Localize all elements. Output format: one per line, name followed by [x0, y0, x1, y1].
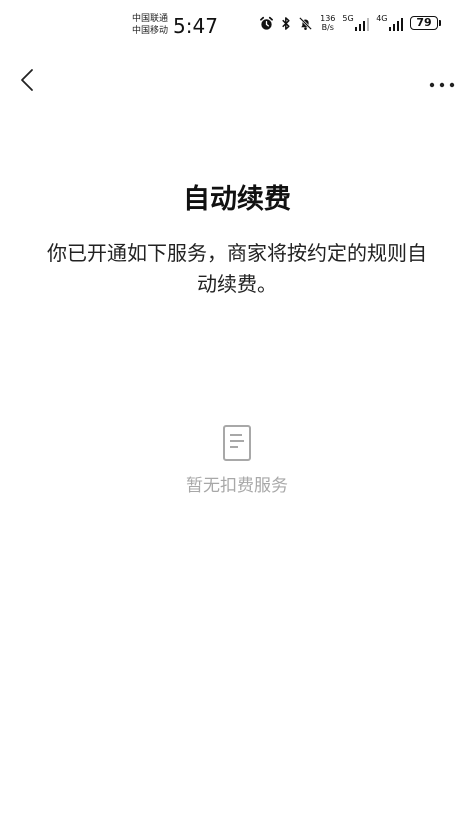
network-speed-value: 136 [320, 14, 336, 23]
mute-bell-icon [298, 16, 313, 31]
sim2-signal: 4G [376, 15, 403, 31]
more-options-button[interactable] [426, 68, 458, 96]
sim2-network-type: 4G [376, 14, 388, 23]
document-icon [222, 424, 252, 462]
alarm-icon [259, 16, 274, 31]
status-bar: 中国联通 中国移动 5:47 136 B/s 5G 4G 79 [0, 0, 474, 52]
sim1-network-type: 5G [342, 14, 354, 23]
carrier-labels: 中国联通 中国移动 [132, 13, 168, 37]
battery-indicator: 79 [410, 16, 441, 30]
sim2-signal-bars-icon [388, 18, 403, 31]
back-button[interactable] [14, 68, 40, 96]
carrier-2: 中国移动 [132, 26, 169, 36]
sim1-signal-bars-icon [354, 18, 370, 31]
network-speed-unit: B/s [321, 23, 334, 32]
more-dots-icon [429, 73, 455, 92]
status-time: 5:47 [173, 14, 218, 38]
empty-state: 暂无扣费服务 [0, 424, 474, 498]
sim1-signal: 5G [342, 14, 370, 31]
page-description: 你已开通如下服务，商家将按约定的规则自动续费。 [47, 241, 427, 296]
auto-renewal-page: 中国联通 中国移动 5:47 136 B/s 5G 4G 79 自动续费 你已开… [0, 0, 474, 840]
status-icons: 136 B/s 5G 4G 79 [259, 14, 441, 32]
carrier-1: 中国联通 [132, 14, 169, 24]
empty-state-text: 暂无扣费服务 [186, 476, 288, 496]
page-title: 自动续费 [183, 184, 291, 215]
network-speed: 136 B/s [320, 14, 335, 32]
chevron-left-icon [20, 68, 34, 96]
bluetooth-icon [281, 16, 291, 31]
